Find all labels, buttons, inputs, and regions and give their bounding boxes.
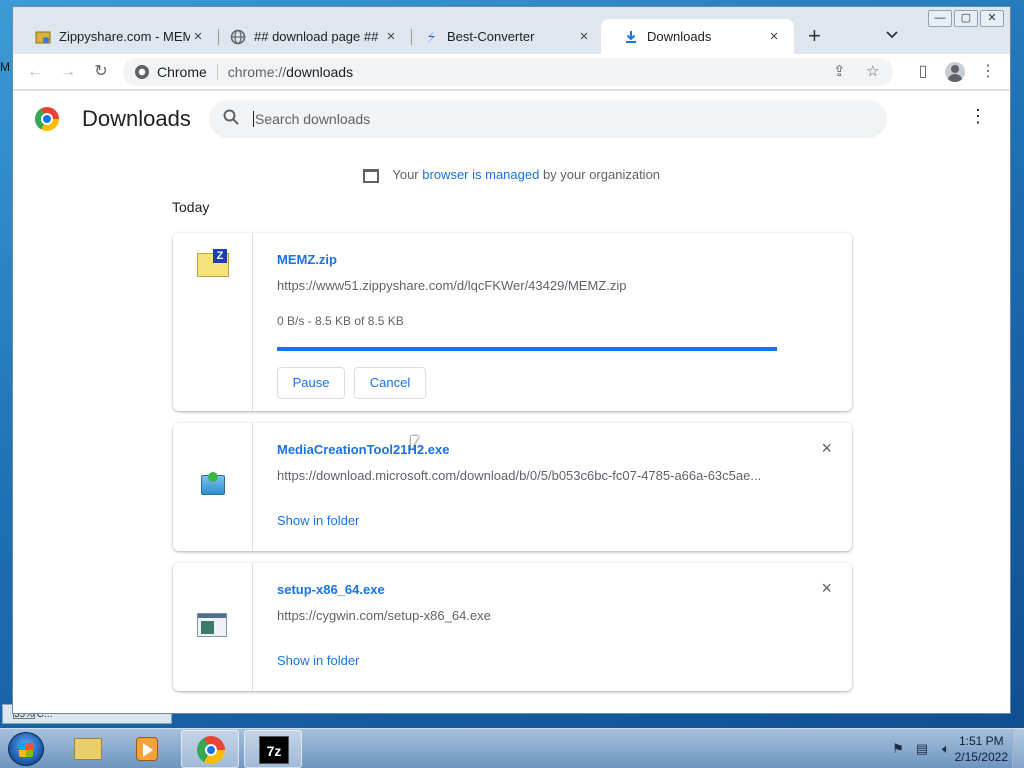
tab-title: Zippyshare.com - MEMZ (59, 29, 190, 44)
search-downloads[interactable]: Search downloads (209, 100, 887, 138)
omnibox[interactable]: Chrome chrome://downloads ⇪ ☆ (123, 58, 893, 86)
close-icon[interactable]: × (576, 28, 592, 45)
download-icon (623, 29, 639, 45)
zippyshare-icon (35, 29, 51, 45)
taskbar-chrome[interactable] (181, 730, 239, 768)
managed-suffix: by your organization (542, 167, 661, 182)
window-controls: — ▢ ✕ (926, 10, 1004, 27)
date-section-header: Today (172, 199, 210, 215)
tab-title: Downloads (647, 29, 712, 44)
progress-bar (277, 347, 777, 351)
remove-download-button[interactable]: × (821, 438, 832, 459)
file-icon-column: Z (173, 233, 253, 411)
seven-zip-icon: 7z (259, 736, 289, 764)
new-tab-button[interactable]: + (808, 25, 821, 47)
tab-title: ## download page ## (254, 29, 379, 44)
managed-prefix: Your (392, 167, 419, 182)
search-icon (223, 109, 239, 130)
bookmark-star-icon[interactable]: ☆ (866, 62, 879, 80)
browser-toolbar: ← → ↻ Chrome chrome://downloads ⇪ ☆ ▯ ⋮ (13, 54, 1010, 90)
volume-icon[interactable]: 🔈︎ (938, 741, 954, 757)
mouse-cursor (411, 436, 419, 450)
chevron-down-icon (886, 31, 898, 39)
profile-avatar[interactable] (945, 62, 965, 82)
progress-fill (277, 347, 777, 351)
url-text: chrome://downloads (228, 64, 353, 80)
file-name-link[interactable]: setup-x86_64.exe (277, 582, 385, 597)
system-clock[interactable]: 1:51 PM 2/15/2022 (955, 733, 1008, 765)
close-icon[interactable]: × (383, 28, 399, 45)
exe-file-icon (197, 613, 227, 637)
action-center-flag-icon[interactable]: ⚑ (890, 741, 906, 757)
tab-strip: Zippyshare.com - MEMZ × ## download page… (13, 7, 1010, 54)
download-item: setup-x86_64.exe https://cygwin.com/setu… (173, 563, 852, 691)
chrome-logo-icon (35, 107, 59, 131)
side-panel-icon[interactable]: ▯ (911, 60, 935, 84)
building-icon (362, 168, 379, 183)
file-name-link[interactable]: MediaCreationTool21H2.exe (277, 442, 449, 457)
chrome-window: Zippyshare.com - MEMZ × ## download page… (12, 6, 1011, 714)
file-url-link[interactable]: https://www51.zippyshare.com/d/lqcFKWer/… (277, 278, 626, 293)
zip-file-icon: Z (197, 249, 229, 277)
tab-zippyshare[interactable]: Zippyshare.com - MEMZ × (13, 19, 218, 54)
chrome-site-icon (135, 65, 149, 79)
globe-icon (230, 29, 246, 45)
text-caret (253, 111, 254, 127)
clock-date: 2/15/2022 (954, 750, 1008, 764)
search-input[interactable]: Search downloads (255, 111, 370, 127)
folder-icon (74, 738, 102, 760)
show-in-folder-link[interactable]: Show in folder (277, 653, 359, 668)
minimize-button[interactable]: — (928, 10, 952, 27)
close-icon[interactable]: × (766, 28, 782, 45)
show-desktop-button[interactable] (1012, 729, 1024, 768)
taskbar: 7z ⚑ ▤ 🔈︎ 1:51 PM 2/15/2022 (0, 728, 1024, 768)
cancel-button[interactable]: Cancel (354, 367, 426, 399)
close-window-button[interactable]: ✕ (980, 10, 1004, 27)
reload-button[interactable]: ↻ (89, 60, 113, 84)
tab-title: Best-Converter (447, 29, 535, 44)
file-url-link[interactable]: https://cygwin.com/setup-x86_64.exe (277, 608, 491, 623)
converter-s-icon (423, 29, 439, 45)
pause-button[interactable]: Pause (277, 367, 345, 399)
download-status: 0 B/s - 8.5 KB of 8.5 KB (277, 314, 404, 328)
start-button[interactable] (8, 732, 44, 766)
site-label: Chrome (157, 64, 207, 80)
tab-download-page[interactable]: ## download page ## × (208, 19, 411, 54)
share-icon[interactable]: ⇪ (833, 62, 846, 80)
tab-search-button[interactable] (886, 27, 898, 42)
tab-downloads[interactable]: Downloads × (601, 19, 794, 54)
managed-notice: Your browser is managed by your organiza… (13, 167, 1010, 183)
download-item: MediaCreationTool21H2.exe https://downlo… (173, 423, 852, 551)
close-icon[interactable]: × (190, 28, 206, 45)
taskbar-explorer[interactable] (58, 730, 116, 768)
file-icon-column (173, 563, 253, 691)
downloads-menu-button[interactable]: ⋮ (969, 107, 987, 125)
back-button[interactable]: ← (23, 60, 47, 84)
managed-link[interactable]: browser is managed (422, 167, 539, 182)
downloads-page: Downloads Search downloads ⋮ Your browse… (13, 91, 1010, 713)
desktop-text: M (0, 60, 10, 74)
page-title: Downloads (82, 106, 191, 131)
remove-download-button[interactable]: × (821, 578, 832, 599)
file-url-link[interactable]: https://download.microsoft.com/download/… (277, 468, 761, 483)
download-item: Z MEMZ.zip https://www51.zippyshare.com/… (173, 233, 852, 411)
taskbar-7zip[interactable]: 7z (244, 730, 302, 768)
tab-best-converter[interactable]: Best-Converter × (401, 19, 604, 54)
show-in-folder-link[interactable]: Show in folder (277, 513, 359, 528)
omnibox-divider (216, 64, 218, 80)
clock-time: 1:51 PM (958, 734, 1004, 748)
media-player-icon (136, 737, 158, 761)
url-prefix: chrome:// (227, 64, 287, 80)
file-name-link[interactable]: MEMZ.zip (277, 252, 337, 267)
system-tray: ⚑ ▤ 🔈︎ (882, 741, 954, 757)
url-path: downloads (286, 64, 354, 80)
chrome-icon (197, 736, 225, 764)
taskbar-media-player[interactable] (118, 730, 176, 768)
maximize-button[interactable]: ▢ (954, 10, 978, 27)
file-icon-column (173, 423, 253, 551)
network-icon[interactable]: ▤ (914, 741, 930, 757)
media-creation-tool-icon (201, 472, 225, 495)
forward-button[interactable]: → (56, 60, 80, 84)
chrome-menu-button[interactable]: ⋮ (976, 60, 1000, 84)
